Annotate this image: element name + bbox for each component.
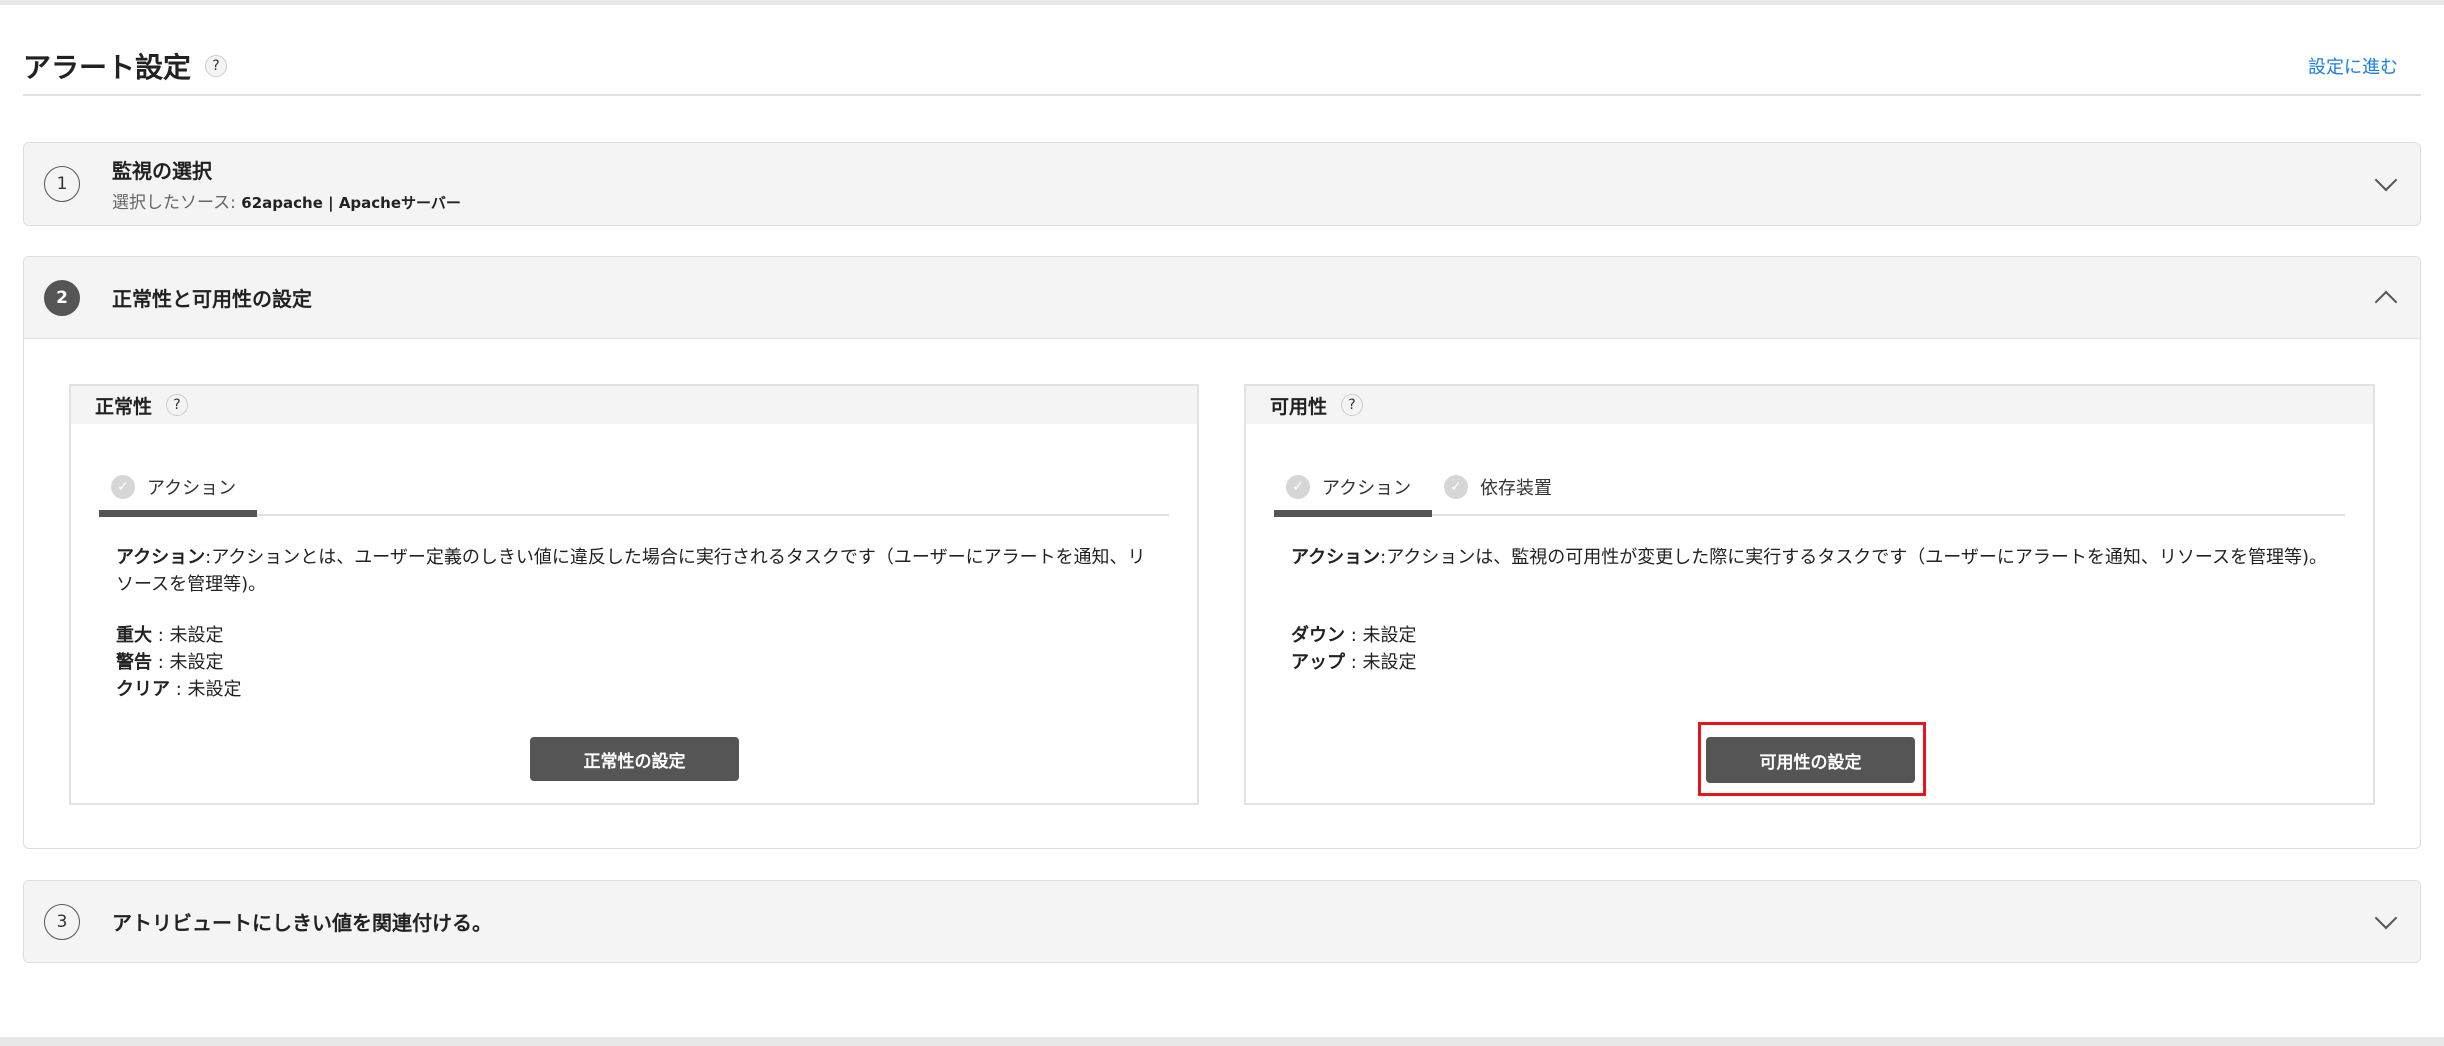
help-icon[interactable]: ? (166, 394, 189, 416)
check-icon: ✓ (111, 475, 135, 499)
proceed-to-settings-link[interactable]: 設定に進む (2308, 53, 2398, 79)
section-title: 正常性と可用性の設定 (112, 287, 312, 311)
value-up: アップ : 未設定 (1291, 652, 1417, 673)
selected-source-value: 62apache | Apacheサーバー (241, 194, 461, 212)
highlight-box (1698, 722, 1926, 796)
desc-label: アクション (1291, 547, 1381, 568)
check-icon: ✓ (1444, 475, 1468, 499)
value-text: 未設定 (1362, 625, 1417, 646)
step-number: 2 (44, 279, 80, 316)
value-text: 未設定 (169, 652, 224, 673)
description: アクション:アクションは、監視の可用性が変更した際に実行するタスクです（ユーザー… (1291, 544, 2328, 571)
value-label: クリア (116, 679, 170, 700)
action-values: 重大 : 未設定 警告 : 未設定 クリア : 未設定 (116, 622, 242, 703)
value-text: 未設定 (1362, 652, 1417, 673)
panel-header: 可用性 ? (1246, 386, 2373, 424)
step-number: 3 (44, 903, 80, 940)
page-title-text: アラート設定 (23, 51, 192, 84)
section-title: 監視の選択 (112, 159, 212, 183)
tab-bar: ✓ アクション ✓ 依存装置 (1274, 460, 2345, 517)
section-monitor-selection: 1 監視の選択 選択したソース: 62apache | Apacheサーバー (23, 142, 2421, 226)
section-header[interactable]: 2 正常性と可用性の設定 (24, 257, 2420, 339)
top-bar (0, 0, 2444, 5)
section-attribute-thresholds: 3 アトリビュートにしきい値を関連付ける。 (23, 880, 2421, 963)
chevron-down-icon[interactable] (2374, 906, 2398, 929)
tab-actions[interactable]: ✓ アクション (99, 460, 257, 517)
chevron-down-icon[interactable] (2374, 168, 2398, 192)
value-critical: 重大 : 未設定 (116, 625, 224, 646)
help-icon[interactable]: ? (1341, 394, 1364, 416)
tab-label: 依存装置 (1480, 478, 1552, 499)
description: アクション:アクションとは、ユーザー定義のしきい値に違反した場合に実行されるタス… (116, 544, 1152, 598)
page-title: アラート設定 ? (23, 46, 228, 86)
value-text: 未設定 (187, 679, 242, 700)
selected-source: 選択したソース: 62apache | Apacheサーバー (112, 188, 461, 213)
panel-title: 正常性 (95, 395, 153, 418)
value-text: 未設定 (169, 625, 224, 646)
divider (23, 94, 2421, 96)
tab-bar: ✓ アクション (99, 460, 1169, 517)
value-clear: クリア : 未設定 (116, 679, 242, 700)
step-number: 1 (44, 166, 80, 202)
panel-title: 可用性 (1270, 395, 1328, 418)
selected-source-label: 選択したソース: (112, 193, 236, 213)
tab-actions[interactable]: ✓ アクション (1274, 460, 1432, 517)
section-title: アトリビュートにしきい値を関連付ける。 (112, 911, 492, 935)
check-icon: ✓ (1286, 475, 1310, 499)
configure-health-button[interactable]: 正常性の設定 (530, 737, 739, 781)
tab-label: アクション (147, 478, 237, 499)
value-label: 重大 (116, 625, 152, 646)
health-panel: 正常性 ? ✓ アクション アクション:アクションとは、ユーザー定義のしきい値に… (69, 384, 1199, 805)
section-header[interactable]: 1 監視の選択 選択したソース: 62apache | Apacheサーバー (24, 143, 2420, 225)
value-down: ダウン : 未設定 (1291, 625, 1417, 646)
value-label: 警告 (116, 652, 152, 673)
value-warning: 警告 : 未設定 (116, 652, 224, 673)
desc-text: アクションとは、ユーザー定義のしきい値に違反した場合に実行されるタスクです（ユー… (116, 547, 1146, 595)
help-icon[interactable]: ? (205, 55, 228, 77)
chevron-up-icon[interactable] (2374, 290, 2398, 313)
desc-text: アクションは、監視の可用性が変更した際に実行するタスクです（ユーザーにアラートを… (1386, 547, 2328, 568)
tab-label: アクション (1322, 478, 1412, 499)
value-label: ダウン (1291, 625, 1345, 646)
desc-label: アクション (116, 547, 206, 568)
tab-dependencies[interactable]: ✓ 依存装置 (1432, 460, 1564, 514)
value-label: アップ (1291, 652, 1345, 673)
availability-panel: 可用性 ? ✓ アクション ✓ 依存装置 アクション:アクションは、監視の可用性… (1244, 384, 2375, 805)
bottom-bar (0, 1037, 2444, 1046)
section-header[interactable]: 3 アトリビュートにしきい値を関連付ける。 (24, 881, 2420, 962)
panel-header: 正常性 ? (71, 386, 1197, 424)
action-values: ダウン : 未設定 アップ : 未設定 (1291, 622, 1417, 676)
